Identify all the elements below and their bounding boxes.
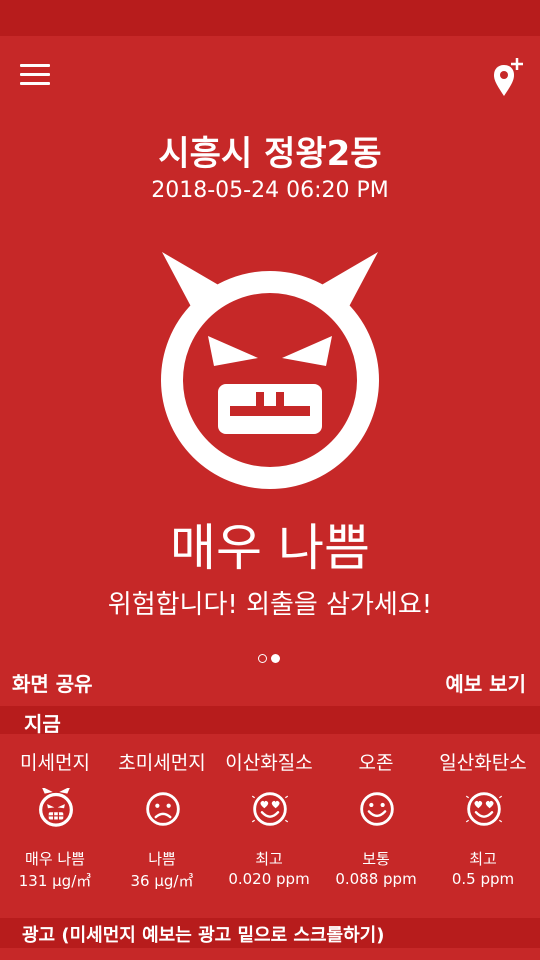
pollutant-name: 일산화탄소 (439, 752, 527, 774)
pollutant-value: 0.5 ppm (451, 870, 515, 888)
pollutant-name: 미세먼지 (20, 752, 90, 774)
pollutant-value: 0.088 ppm (335, 870, 417, 888)
devil-face-icon (39, 788, 73, 827)
page-dot-1 (258, 654, 267, 663)
devil-face-icon (150, 250, 390, 490)
pollutant-grade: 최고 (255, 850, 283, 868)
pollutant-item-no2[interactable]: 이산화질소 최고 0.020 ppm (214, 734, 324, 912)
ad-banner-header: 광고 (미세먼지 예보는 광고 밑으로 스크롤하기) (0, 918, 540, 948)
pollutant-grade: 보통 (362, 850, 390, 868)
sad-face-icon (146, 792, 180, 826)
add-location-pin-icon[interactable] (488, 56, 528, 100)
air-quality-grade: 매우 나쁨 (170, 519, 370, 577)
page-dot-2 (271, 654, 280, 663)
hamburger-menu-icon[interactable] (20, 64, 52, 90)
share-screen-button[interactable]: 화면 공유 (12, 668, 93, 697)
pollutant-grade: 매우 나쁨 (25, 850, 85, 868)
pollutant-grade: 나쁨 (148, 850, 176, 868)
smile-face-icon (360, 792, 394, 826)
pollutant-value: 36 μg/㎥ (130, 872, 194, 890)
pollutant-value: 0.020 ppm (228, 870, 310, 888)
measurement-datetime: 2018-05-24 06:20 PM (151, 178, 389, 203)
heart-eyes-face-icon (464, 792, 504, 826)
pollutant-value: 131 μg/㎥ (18, 872, 92, 890)
pollutant-item-co[interactable]: 일산화탄소 최고 0.5 ppm (428, 734, 538, 912)
now-section-title: 지금 (24, 712, 61, 736)
pollutant-list: 미세먼지 매우 나쁨 131 μg/㎥ 초미세먼지 나쁨 36 μg/㎥ 이산화… (0, 734, 540, 912)
page-indicator (256, 648, 282, 663)
now-section-header: 지금 (0, 706, 540, 736)
pollutant-name: 오존 (358, 752, 394, 774)
pollutant-name: 이산화질소 (225, 752, 313, 774)
status-bar (0, 0, 540, 36)
pollutant-item-pm25[interactable]: 초미세먼지 나쁨 36 μg/㎥ (107, 734, 217, 912)
pollutant-item-o3[interactable]: 오존 보통 0.088 ppm (321, 734, 431, 912)
view-forecast-button[interactable]: 예보 보기 (445, 668, 526, 697)
air-quality-message: 위험합니다! 외출을 삼가세요! (107, 590, 433, 620)
pollutant-item-pm10[interactable]: 미세먼지 매우 나쁨 131 μg/㎥ (0, 734, 110, 912)
pollutant-grade: 최고 (469, 850, 497, 868)
pollutant-name: 초미세먼지 (118, 752, 206, 774)
location-title: 시흥시 정왕2동 (158, 134, 382, 174)
ad-banner-label: 광고 (미세먼지 예보는 광고 밑으로 스크롤하기) (22, 925, 385, 946)
heart-eyes-face-icon (250, 792, 290, 826)
